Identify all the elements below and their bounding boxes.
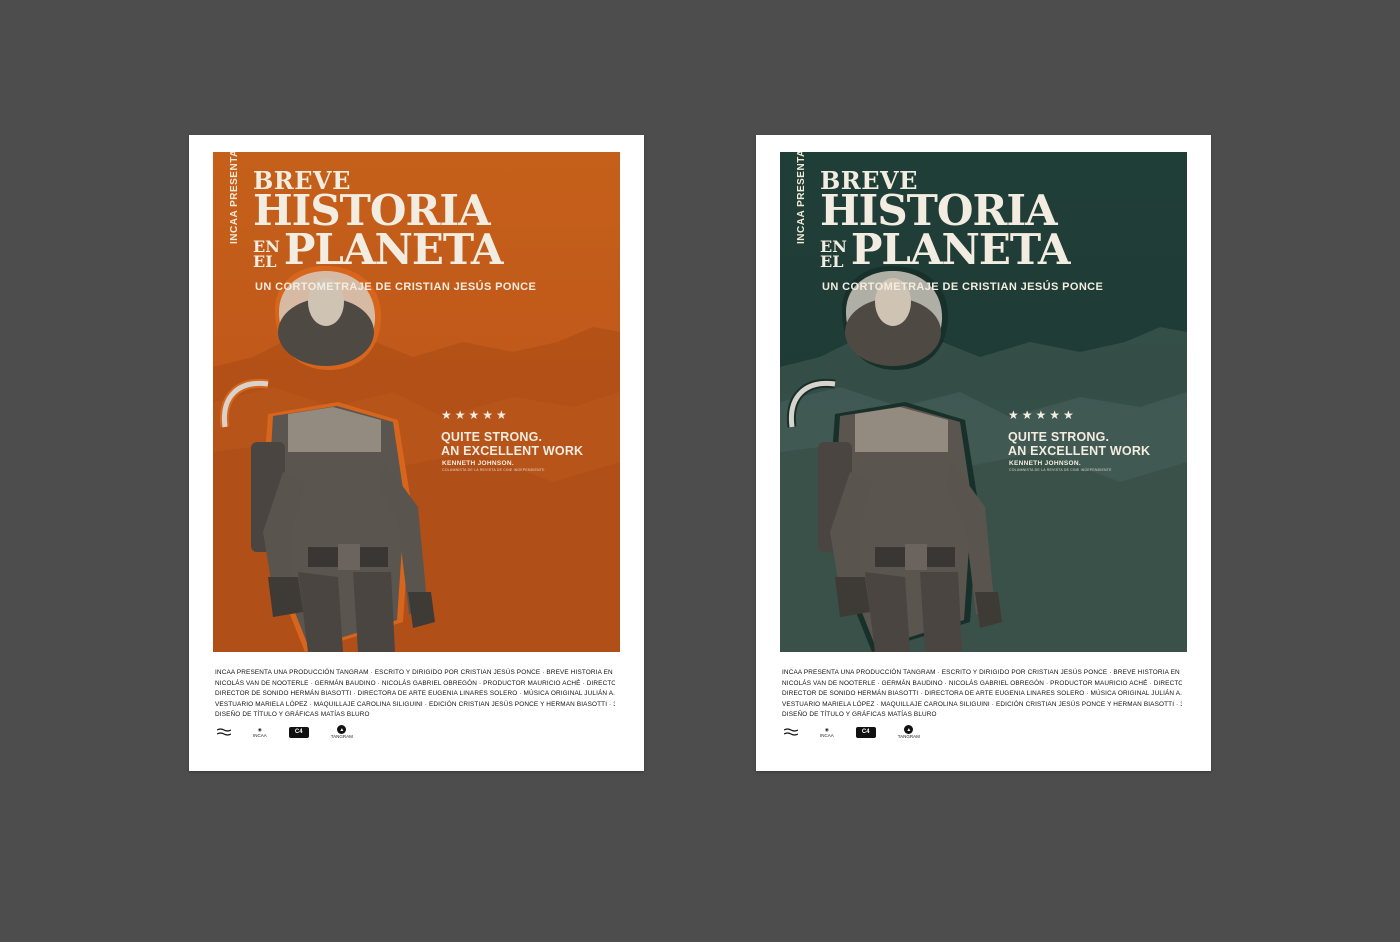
review-quote: QUITE STRONG. AN EXCELLENT WORK — [441, 430, 611, 458]
credit-line: DISEÑO DE TÍTULO Y GRÁFICAS MATÍAS BLURO — [215, 711, 370, 718]
tangram-mark-icon: ▲ — [337, 725, 347, 734]
poster-artwork: INCAA PRESENTA BREVE HISTORIA EN EL PLAN… — [213, 152, 620, 652]
film-title: BREVE HISTORIA EN EL PLANETA — [253, 168, 504, 274]
reviewer-detail: COLUMNISTA DE LA REVISTA DE CINE INDEPEN… — [442, 468, 545, 472]
tangram-logo-label: TANGRAM — [330, 734, 353, 739]
title-word-el: EL — [253, 252, 277, 272]
credit-line: NICOLÁS VAN DE NOOTERLE · GERMÁN BAUDINO… — [782, 679, 1182, 687]
waves-logo-icon — [784, 728, 798, 736]
credits-block: INCAA PRESENTA UNA PRODUCCIÓN TANGRAM · … — [215, 668, 615, 721]
film-subtitle: UN CORTOMETRAJE DE CRISTIAN JESÚS PONCE — [255, 281, 537, 293]
poster-green: INCAA PRESENTA BREVE HISTORIA EN EL PLAN… — [756, 135, 1211, 771]
title-line-planeta: PLANETA — [283, 224, 504, 274]
credit-line: VESTUARIO MARIELA LÓPEZ · MAQUILLAJE CAR… — [782, 700, 1182, 708]
poster-orange: INCAA PRESENTA BREVE HISTORIA EN EL PLAN… — [189, 135, 644, 771]
credit-line: INCAA PRESENTA UNA PRODUCCIÓN TANGRAM · … — [782, 669, 1182, 676]
film-title: BREVE HISTORIA EN EL PLANETA — [820, 168, 1071, 274]
poster-artwork: INCAA PRESENTA BREVE HISTORIA EN EL PLAN… — [780, 152, 1187, 652]
c4-logo: C4 — [855, 726, 876, 738]
presenter-label: INCAA PRESENTA — [796, 152, 807, 244]
incaa-logo-label: INCAA — [253, 732, 267, 738]
tangram-logo: ▲ TANGRAM — [331, 725, 353, 739]
quote-line-2: AN EXCELLENT WORK — [441, 444, 584, 458]
tangram-logo: ▲ TANGRAM — [898, 725, 920, 739]
credit-line: DIRECTOR DE SONIDO HERMÁN BIASOTTI · DIR… — [215, 690, 615, 697]
credit-line: INCAA PRESENTA UNA PRODUCCIÓN TANGRAM · … — [215, 669, 615, 676]
reviewer-name: KENNETH JOHNSON. — [442, 460, 514, 467]
credit-line: DIRECTOR DE SONIDO HERMÁN BIASOTTI · DIR… — [782, 690, 1182, 697]
incaa-logo: ◉ INCAA — [253, 727, 267, 738]
quote-line-1: QUITE STRONG. — [441, 430, 543, 444]
sponsor-logos: ◉ INCAA C4 ▲ TANGRAM — [784, 725, 920, 739]
film-subtitle: UN CORTOMETRAJE DE CRISTIAN JESÚS PONCE — [822, 281, 1104, 293]
incaa-logo: ◉ INCAA — [820, 727, 834, 738]
credits-block: INCAA PRESENTA UNA PRODUCCIÓN TANGRAM · … — [782, 668, 1182, 721]
rating-stars: ★★★★★ — [1008, 408, 1077, 422]
quote-line-1: QUITE STRONG. — [1008, 430, 1110, 444]
credit-line: VESTUARIO MARIELA LÓPEZ · MAQUILLAJE CAR… — [215, 700, 615, 708]
quote-line-2: AN EXCELLENT WORK — [1008, 444, 1151, 458]
sponsor-logos: ◉ INCAA C4 ▲ TANGRAM — [217, 725, 353, 739]
credit-line: NICOLÁS VAN DE NOOTERLE · GERMÁN BAUDINO… — [215, 679, 615, 687]
title-word-el: EL — [820, 252, 844, 272]
tangram-logo-label: TANGRAM — [897, 734, 920, 739]
title-line-planeta: PLANETA — [850, 224, 1071, 274]
tangram-mark-icon: ▲ — [904, 725, 914, 734]
review-quote: QUITE STRONG. AN EXCELLENT WORK — [1008, 430, 1178, 458]
waves-logo-icon — [217, 728, 231, 736]
credit-line: DISEÑO DE TÍTULO Y GRÁFICAS MATÍAS BLURO — [782, 711, 937, 718]
rating-stars: ★★★★★ — [441, 408, 510, 422]
reviewer-name: KENNETH JOHNSON. — [1009, 460, 1081, 467]
presenter-label: INCAA PRESENTA — [229, 152, 240, 244]
incaa-logo-label: INCAA — [820, 732, 834, 738]
reviewer-detail: COLUMNISTA DE LA REVISTA DE CINE INDEPEN… — [1009, 468, 1112, 472]
c4-logo: C4 — [288, 726, 309, 738]
